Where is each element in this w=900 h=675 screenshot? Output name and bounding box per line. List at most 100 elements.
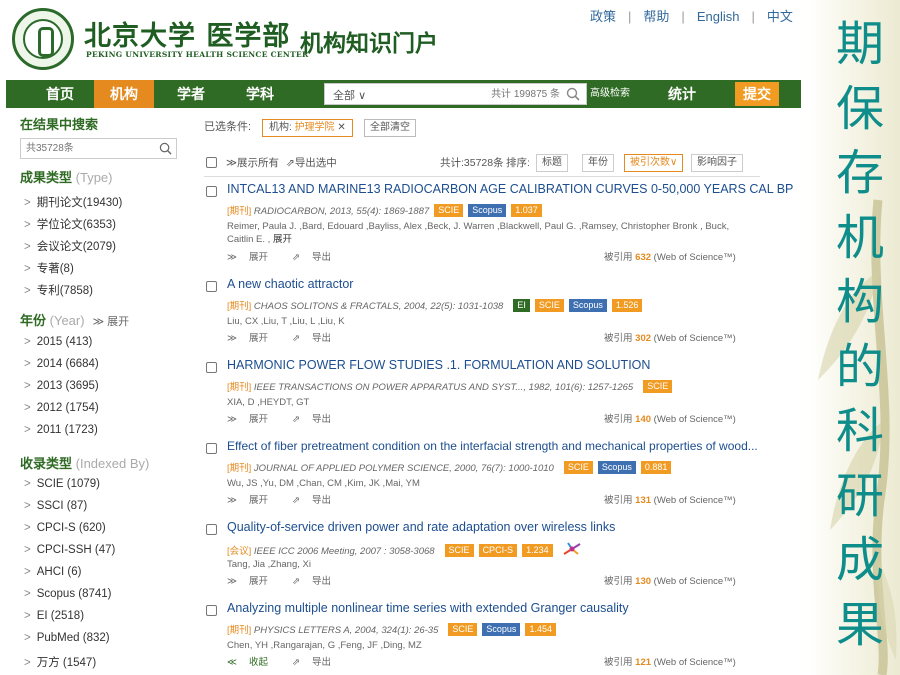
- record-title[interactable]: A new chaotic attractor: [227, 277, 353, 291]
- advanced-search-link[interactable]: 高级检索: [590, 80, 630, 108]
- cited-count[interactable]: 140: [635, 414, 651, 425]
- cited-source: (Web of Science™): [653, 414, 736, 425]
- facet-year-item[interactable]: >2011 (1723): [24, 424, 98, 436]
- record-title[interactable]: Quality-of-service driven power and rate…: [227, 520, 615, 534]
- deco-char: 保: [835, 80, 884, 137]
- nav-scholar[interactable]: 学者: [169, 80, 213, 108]
- university-seal-logo[interactable]: [12, 8, 74, 70]
- facet-year-item[interactable]: >2014 (6684): [24, 358, 99, 370]
- record-actions: ≫ 展开 ⇗ 导出: [227, 573, 355, 587]
- sort-year-button[interactable]: 年份: [582, 154, 614, 172]
- facet-type-monograph[interactable]: > 专著(8): [24, 260, 74, 276]
- facet-type-journal[interactable]: > 期刊论文(19430): [24, 194, 122, 210]
- facet-year-item[interactable]: >2012 (1754): [24, 402, 99, 414]
- result-record: Analyzing multiple nonlinear time series…: [204, 601, 760, 668]
- facet-year-item[interactable]: >2013 (3695): [24, 380, 99, 392]
- facet-type-conference[interactable]: > 会议论文(2079): [24, 238, 116, 254]
- facet-index-item[interactable]: > SCIE (1079): [24, 478, 100, 490]
- select-all-checkbox[interactable]: [206, 157, 217, 168]
- facet-type-thesis[interactable]: > 学位论文(6353): [24, 216, 116, 232]
- close-icon[interactable]: ✕: [337, 122, 345, 133]
- nav-stats[interactable]: 统计: [660, 80, 704, 108]
- facet-year-item[interactable]: >2015 (413): [24, 336, 92, 348]
- separator: |: [628, 9, 632, 24]
- export-button[interactable]: ⇗ 导出: [292, 414, 343, 425]
- facet-index-item[interactable]: > CPCI-SSH (47): [24, 544, 115, 556]
- expand-button[interactable]: ≫ 展开: [227, 576, 280, 587]
- record-actions: ≫ 展开 ⇗ 导出: [227, 330, 355, 344]
- cited-count[interactable]: 632: [635, 252, 651, 263]
- expand-button[interactable]: ≫ 展开: [227, 414, 280, 425]
- cited-count[interactable]: 302: [635, 333, 651, 344]
- nav-discipline[interactable]: 学科: [238, 80, 282, 108]
- record-title[interactable]: HARMONIC POWER FLOW STUDIES .1. FORMULAT…: [227, 358, 650, 372]
- record-citation: IEEE TRANSACTIONS ON POWER APPARATUS AND…: [253, 382, 634, 393]
- clear-all-button[interactable]: 全部清空: [364, 119, 416, 137]
- english-link[interactable]: English: [697, 9, 740, 24]
- search-scope-select[interactable]: 全部 ∨: [333, 87, 366, 103]
- sort-title-button[interactable]: 标题: [536, 154, 568, 172]
- sort-label: 排序:: [506, 157, 530, 169]
- record-checkbox[interactable]: [206, 281, 217, 292]
- expand-button[interactable]: ≫ 展开: [227, 252, 280, 263]
- chinese-link[interactable]: 中文: [767, 9, 793, 24]
- impact-factor-badge: 1.526: [611, 299, 643, 312]
- facet-index-item[interactable]: > PubMed (832): [24, 632, 110, 644]
- facet-index-item[interactable]: > Scopus (8741): [24, 588, 112, 600]
- vertical-slide-text: 期 保 存 机 构 的 科 研 成 果: [830, 12, 890, 657]
- expand-label: 展开: [248, 495, 268, 506]
- export-button[interactable]: ⇗ 导出: [292, 657, 343, 668]
- record-checkbox[interactable]: [206, 443, 217, 454]
- cited-count[interactable]: 121: [635, 657, 651, 668]
- scie-badge: SCIE: [563, 461, 593, 474]
- expand-button[interactable]: ≫ 展开: [227, 495, 280, 506]
- facet-index-item[interactable]: > SSCI (87): [24, 500, 87, 512]
- site-header: 北京大学 医学部 PEKING UNIVERSITY HEALTH SCIENC…: [0, 0, 808, 78]
- results-toolbar: ≫展示所有 ⇗导出选中 共计:35728条 排序: 标题 年份 被引次数∨ 影响…: [204, 154, 760, 172]
- filter-tag[interactable]: 机构: 护理学院 ✕: [262, 119, 353, 137]
- facet-index-item[interactable]: > CPCI-S (620): [24, 522, 106, 534]
- record-checkbox[interactable]: [206, 605, 217, 616]
- facet-label: 2015 (413): [36, 336, 93, 348]
- search-input[interactable]: [395, 85, 560, 103]
- export-selected-button[interactable]: ⇗导出选中: [286, 155, 337, 170]
- nav-institution[interactable]: 机构: [94, 80, 154, 108]
- record-title[interactable]: Analyzing multiple nonlinear time series…: [227, 601, 629, 615]
- export-button[interactable]: ⇗ 导出: [292, 495, 343, 506]
- expand-label: 展开: [248, 333, 268, 344]
- export-button[interactable]: ⇗ 导出: [292, 333, 343, 344]
- show-all-button[interactable]: ≫展示所有: [226, 155, 279, 170]
- sort-citations-button[interactable]: 被引次数∨: [624, 154, 684, 172]
- sort-impact-factor-button[interactable]: 影响因子: [691, 154, 743, 172]
- facet-index-item[interactable]: > EI (2518): [24, 610, 84, 622]
- collapse-button[interactable]: ≪ 收起: [227, 657, 280, 668]
- record-title[interactable]: Effect of fiber pretreatment condition o…: [227, 439, 758, 453]
- record-checkbox[interactable]: [206, 186, 217, 197]
- facet-type-patent[interactable]: > 专利(7858): [24, 282, 93, 298]
- year-expand-toggle[interactable]: ≫ 展开: [93, 316, 130, 328]
- export-button[interactable]: ⇗ 导出: [292, 252, 343, 263]
- inner-search-input[interactable]: [26, 141, 146, 156]
- export-button[interactable]: ⇗ 导出: [292, 576, 343, 587]
- cited-count[interactable]: 131: [635, 495, 651, 506]
- help-link[interactable]: 帮助: [643, 9, 669, 24]
- record-actions: ≫ 展开 ⇗ 导出: [227, 411, 355, 425]
- search-icon[interactable]: [159, 142, 172, 155]
- facet-index-item[interactable]: > 万方 (1547): [24, 654, 96, 670]
- year-facet-title: 年份 (Year) ≫ 展开: [20, 310, 129, 329]
- nav-home[interactable]: 首页: [26, 80, 94, 108]
- facet-label: 2011 (1723): [36, 424, 98, 436]
- record-checkbox[interactable]: [206, 524, 217, 535]
- authors-expand-link[interactable]: 展开: [273, 234, 292, 245]
- facet-index-item[interactable]: > AHCI (6): [24, 566, 81, 578]
- expand-button[interactable]: ≫ 展开: [227, 333, 280, 344]
- policy-link[interactable]: 政策: [590, 9, 616, 24]
- deco-char: 存: [835, 145, 884, 201]
- record-title[interactable]: INTCAL13 AND MARINE13 RADIOCARBON AGE CA…: [227, 182, 793, 196]
- record-checkbox[interactable]: [206, 362, 217, 373]
- search-icon[interactable]: [566, 87, 580, 101]
- record-type: [期刊]: [227, 206, 252, 217]
- submit-button[interactable]: 提交: [735, 82, 779, 106]
- cited-count[interactable]: 130: [635, 576, 651, 587]
- altmetric-icon[interactable]: [561, 541, 583, 557]
